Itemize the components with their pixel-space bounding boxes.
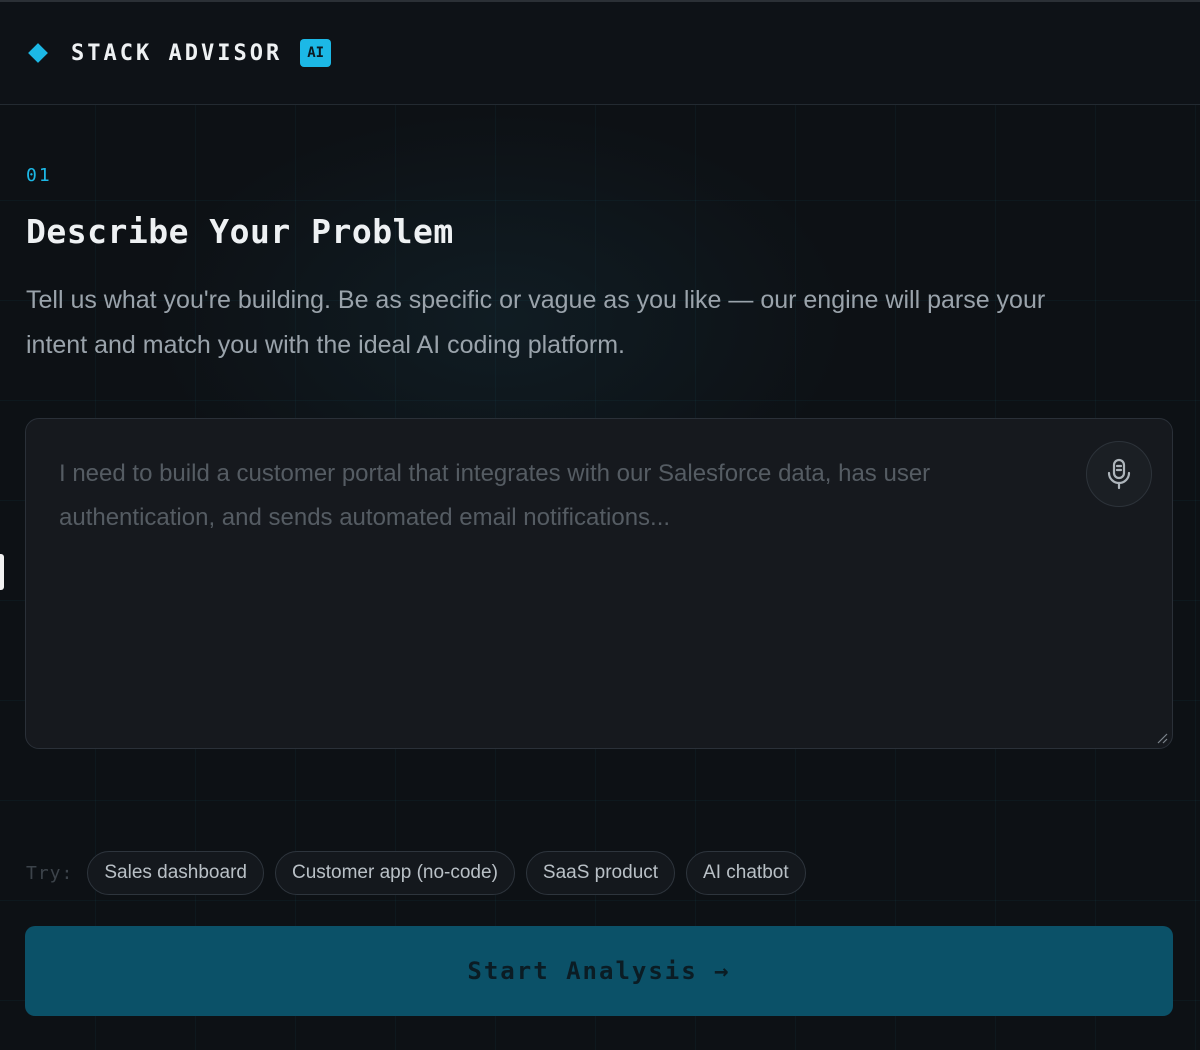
ai-badge: AI (300, 39, 332, 67)
start-analysis-label: Start Analysis → (467, 957, 731, 985)
suggestion-chip-sales-dashboard[interactable]: Sales dashboard (87, 851, 264, 895)
diamond-icon (28, 43, 48, 63)
suggestion-chip-ai-chatbot[interactable]: AI chatbot (686, 851, 806, 895)
problem-input-container (25, 418, 1173, 749)
resize-handle-icon[interactable] (1156, 732, 1168, 744)
page-description: Tell us what you're building. Be as spec… (26, 286, 1046, 359)
voice-input-button[interactable] (1086, 441, 1152, 507)
suggestion-row: Try: Sales dashboard Customer app (no-co… (26, 851, 817, 895)
step-number: 01 (26, 165, 52, 186)
brand-name: STACK ADVISOR (71, 40, 283, 66)
suggestion-chip-customer-app[interactable]: Customer app (no-code) (274, 851, 515, 895)
suggestion-chip-saas-product[interactable]: SaaS product (525, 851, 676, 895)
start-analysis-button[interactable]: Start Analysis → (25, 926, 1173, 1016)
problem-textarea[interactable] (26, 419, 1172, 748)
suggestion-label: Try: (26, 862, 74, 884)
microphone-icon (1107, 458, 1131, 490)
page-title: Describe Your Problem (26, 212, 454, 251)
side-drawer-handle[interactable] (0, 554, 4, 590)
app-header: STACK ADVISOR AI (0, 0, 1200, 105)
